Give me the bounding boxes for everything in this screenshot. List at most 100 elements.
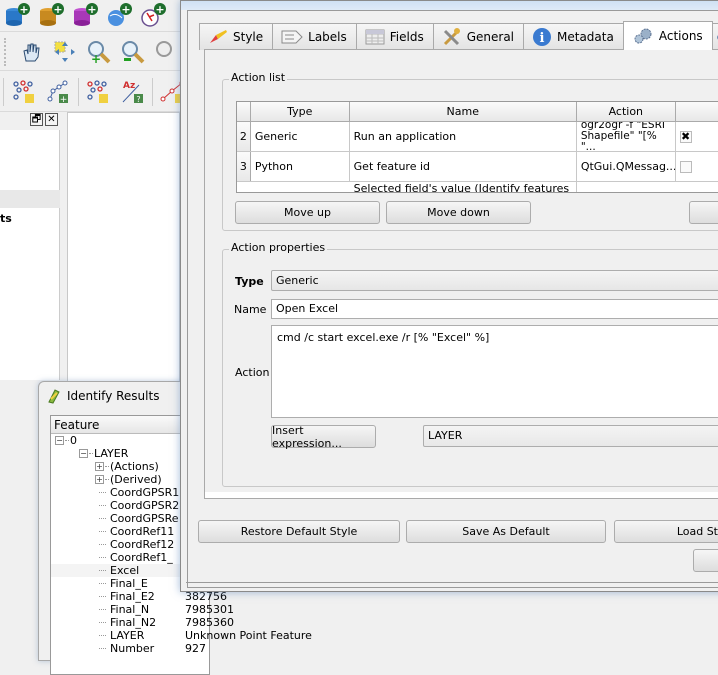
move-down-button[interactable]: Move down	[386, 201, 531, 224]
tree-connector	[99, 518, 106, 519]
pan-to-selection-button[interactable]	[50, 37, 80, 67]
ok-button[interactable]	[693, 549, 718, 572]
load-style-button[interactable]: Load St	[614, 520, 718, 543]
add-wfs-layer-button[interactable]: +	[138, 1, 168, 31]
identify-results-titlebar[interactable]: Identify Results	[47, 388, 159, 404]
cell-name[interactable]: Run an application	[350, 122, 577, 151]
map-canvas[interactable]	[67, 112, 180, 382]
cell-capture[interactable]: ✖	[676, 122, 718, 151]
zoom-in-icon: +	[88, 40, 111, 65]
action-name-input[interactable]: Open Excel	[271, 299, 718, 319]
tree-item-label: Number	[110, 642, 155, 655]
collapse-icon[interactable]: −	[55, 436, 64, 445]
tab-actions[interactable]: Actions	[622, 21, 713, 50]
table-row[interactable]: Selected field's value (Identify feature…	[237, 182, 718, 192]
svg-text:+: +	[87, 3, 96, 16]
action-type-combo[interactable]: Generic	[271, 270, 718, 291]
svg-text:+: +	[19, 3, 28, 16]
tree-item-label: Final_E2	[110, 590, 155, 603]
tab-style[interactable]: Style	[199, 23, 274, 50]
row-number[interactable]: 2	[237, 122, 251, 151]
action-table-header: Type Name Action	[237, 102, 718, 122]
table-row[interactable]: 2 Generic Run an application ogr2ogr -f …	[237, 122, 718, 152]
dialog-titlebar[interactable]	[181, 1, 718, 10]
tree-connector	[65, 440, 69, 441]
collapse-icon[interactable]: −	[79, 449, 88, 458]
layers-panel[interactable]: ts	[0, 130, 60, 380]
svg-text:i: i	[540, 31, 545, 46]
tree-item-label: LAYER	[94, 447, 129, 460]
add-spatialite-layer-button[interactable]: +	[36, 1, 66, 31]
tree-connector	[105, 466, 109, 467]
tree-item[interactable]: Number 927	[51, 642, 209, 655]
action-properties-title: Action properties	[229, 241, 328, 254]
tab-label: General	[466, 30, 515, 44]
save-as-default-button[interactable]: Save As Default	[406, 520, 606, 543]
cell-type[interactable]: Python	[251, 152, 350, 181]
zoom-full-button[interactable]	[152, 37, 182, 67]
add-postgis-layer-icon: +	[6, 2, 30, 26]
cell-type[interactable]: Generic	[251, 122, 350, 151]
cell-action[interactable]: ogr2ogr -f "ESRI Shapefile" "[% "...	[577, 122, 676, 151]
select-features-button[interactable]	[9, 77, 39, 107]
toolbar-grip[interactable]	[4, 37, 10, 66]
select-by-expression-icon	[87, 79, 109, 103]
tree-item-label: 0	[70, 434, 77, 447]
restore-default-style-button[interactable]: Restore Default Style	[198, 520, 400, 543]
toolbar-map-navigation: +	[0, 33, 190, 71]
column-header-capture[interactable]	[676, 102, 718, 121]
pan-map-button[interactable]	[16, 37, 46, 67]
tree-item-value: Unknown Point Feature	[185, 629, 312, 642]
tab-general[interactable]: General	[432, 23, 525, 50]
tab-metadata[interactable]: i Metadata	[523, 23, 624, 50]
tab-labels[interactable]: Labels	[272, 23, 357, 50]
identify-icon	[48, 389, 60, 404]
expand-icon[interactable]: +	[95, 475, 104, 484]
add-wms-layer-button[interactable]: +	[104, 1, 134, 31]
capture-checkbox-checked[interactable]: ✖	[679, 130, 692, 143]
tree-connector	[99, 609, 106, 610]
row-number[interactable]: 3	[237, 152, 251, 181]
tree-connector	[105, 479, 109, 480]
fields-table-icon	[365, 29, 385, 45]
cell-name[interactable]: Get feature id	[350, 152, 577, 181]
column-header-type[interactable]: Type	[251, 102, 350, 121]
tree-item-label: Final_N2	[110, 616, 157, 629]
column-header-name[interactable]: Name	[350, 102, 577, 121]
tree-item-label: CoordRef11	[110, 525, 175, 538]
field-combo[interactable]: LAYER	[423, 425, 718, 447]
selected-layer-row[interactable]	[0, 190, 60, 208]
tree-item[interactable]: Final_N2 7985360	[51, 616, 234, 629]
table-row[interactable]: 3 Python Get feature id QtGui.QMessag...	[237, 152, 718, 182]
label-tool-button[interactable]: Az?	[117, 77, 147, 107]
tab-label: Metadata	[557, 30, 614, 44]
column-header-action[interactable]: Action	[577, 102, 676, 121]
dock-close-button[interactable]: ✕	[45, 113, 58, 126]
tree-item[interactable]: LAYER Unknown Point Feature	[51, 629, 312, 642]
tree-item[interactable]: Final_N 7985301	[51, 603, 234, 616]
action-list-table[interactable]: Type Name Action 2 Generic Run an applic…	[236, 101, 718, 193]
add-vertex-button[interactable]: +	[43, 77, 73, 107]
pan-map-icon	[23, 43, 40, 61]
tab-fields[interactable]: Fields	[355, 23, 434, 50]
cell-capture[interactable]	[676, 152, 718, 181]
insert-expression-button[interactable]: Insert expression...	[271, 424, 376, 450]
select-by-expression-button[interactable]	[84, 77, 114, 107]
capture-checkbox[interactable]	[679, 160, 692, 173]
tab-label: Actions	[658, 29, 703, 43]
dock-float-button[interactable]: 🗗	[30, 113, 43, 126]
tree-connector	[99, 622, 106, 623]
cell-name[interactable]: Selected field's value (Identify feature…	[350, 182, 577, 192]
add-postgis-layer-button[interactable]: +	[2, 1, 32, 31]
zoom-out-button[interactable]	[118, 37, 148, 67]
zoom-in-button[interactable]: +	[84, 37, 114, 67]
action-command-textarea[interactable]: cmd /c start excel.exe /r [% "Excel" %]	[271, 325, 718, 418]
expand-icon[interactable]: +	[95, 462, 104, 471]
tree-item-label: (Derived)	[110, 473, 162, 486]
add-mssql-layer-button[interactable]: +	[70, 1, 100, 31]
remove-action-button[interactable]	[689, 201, 718, 224]
move-up-button[interactable]: Move up	[235, 201, 380, 224]
toolbar-separator	[152, 77, 154, 106]
cell-action[interactable]: QtGui.QMessag...	[577, 152, 676, 181]
labels-icon	[281, 30, 303, 44]
